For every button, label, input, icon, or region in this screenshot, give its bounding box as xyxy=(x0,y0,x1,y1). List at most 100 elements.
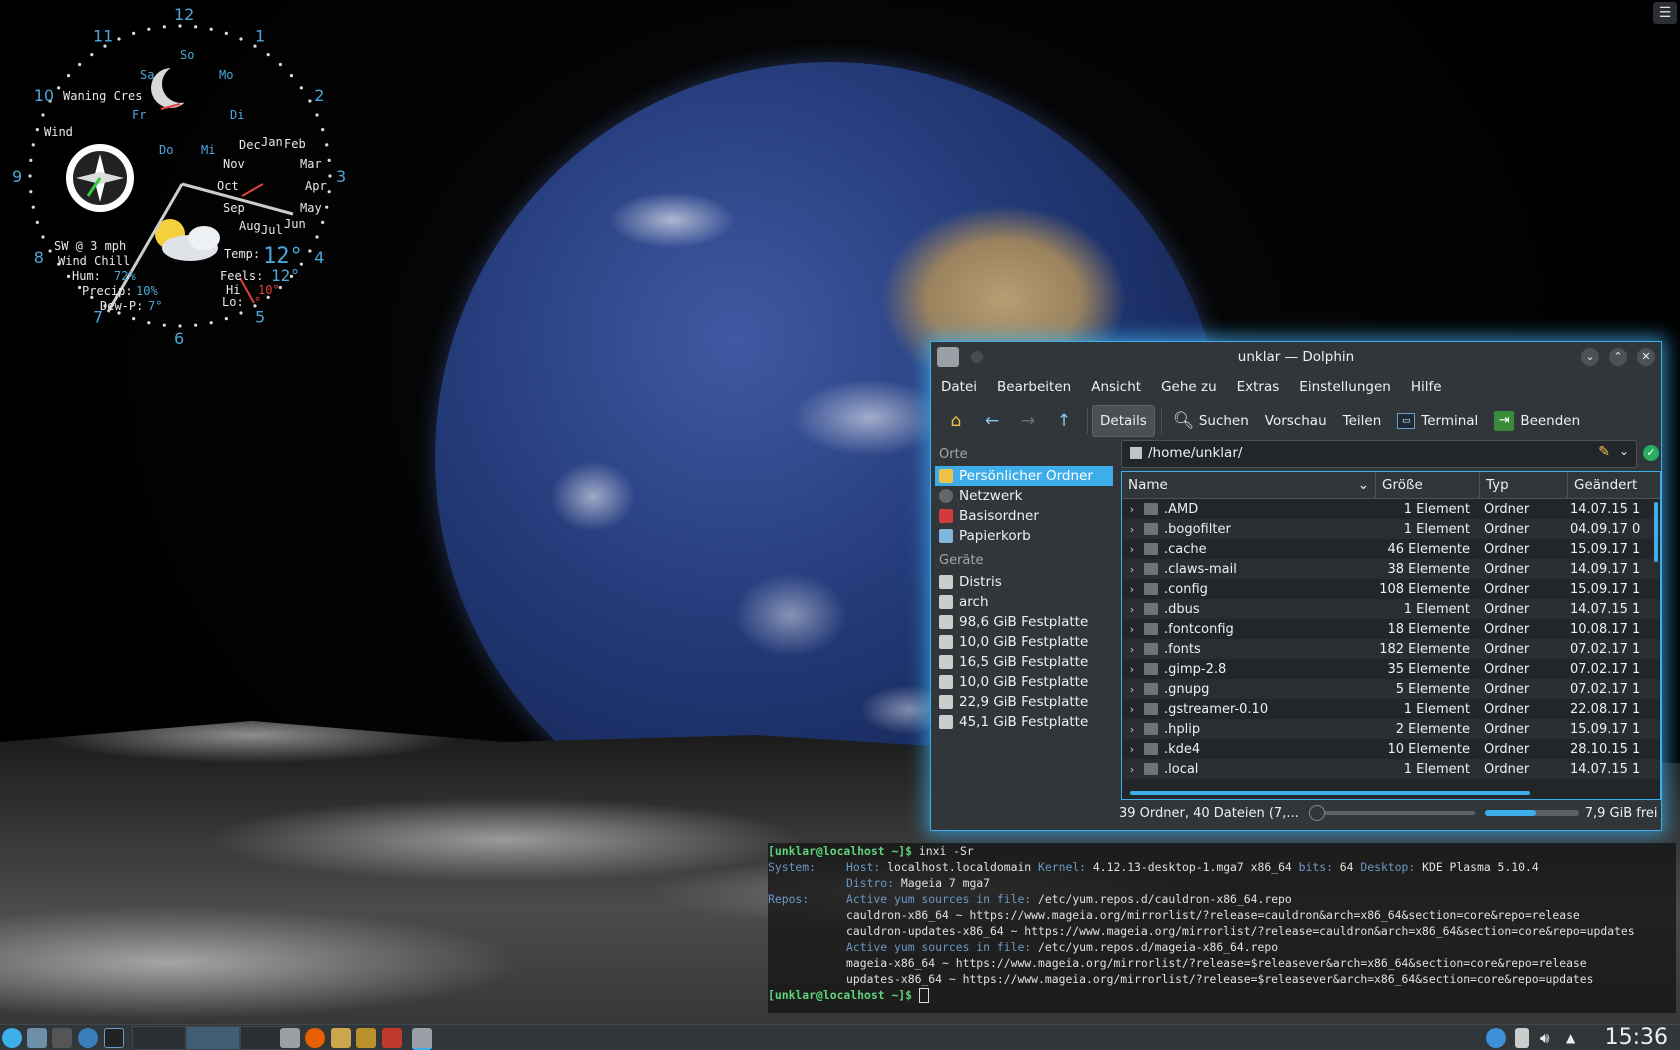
device-item[interactable]: arch xyxy=(935,592,1113,612)
menu-gehe-zu[interactable]: Gehe zu xyxy=(1161,379,1217,395)
expand-arrow-icon[interactable]: › xyxy=(1124,703,1140,716)
terminal-button[interactable]: ▭ Terminal xyxy=(1390,406,1485,436)
expand-arrow-icon[interactable]: › xyxy=(1124,543,1140,556)
vertical-scrollbar[interactable] xyxy=(1654,502,1658,562)
clipboard-tray-icon[interactable] xyxy=(1515,1028,1529,1048)
edit-pencil-icon[interactable]: ✎ xyxy=(1598,444,1610,460)
home-button[interactable]: ⌂ xyxy=(939,406,973,436)
expand-arrow-icon[interactable]: › xyxy=(1124,503,1140,516)
menu-hilfe[interactable]: Hilfe xyxy=(1411,379,1442,395)
menu-ansicht[interactable]: Ansicht xyxy=(1091,379,1141,395)
device-item[interactable]: 10,0 GiB Festplatte xyxy=(935,632,1113,652)
volume-icon[interactable]: 🔊︎ xyxy=(1540,1028,1560,1048)
file-row[interactable]: › .bogofilter 1 Element Ordner 04.09.17 0 xyxy=(1122,519,1660,539)
close-button[interactable]: ✕ xyxy=(1637,348,1655,366)
column-modified[interactable]: Geändert xyxy=(1568,472,1658,498)
location-path[interactable]: /home/unklar/ xyxy=(1148,445,1242,461)
zoom-slider-handle[interactable] xyxy=(1308,805,1325,821)
file-row[interactable]: › .config 108 Elemente Ordner 15.09.17 1 xyxy=(1122,579,1660,599)
application-launcher-icon[interactable] xyxy=(2,1028,22,1048)
virtual-desktop-2[interactable] xyxy=(186,1026,240,1050)
expand-arrow-icon[interactable]: › xyxy=(1124,583,1140,596)
file-row[interactable]: › .fontconfig 18 Elemente Ordner 10.08.17 1 xyxy=(1122,619,1660,639)
place-network[interactable]: Netzwerk xyxy=(935,486,1113,506)
expand-arrow-icon[interactable]: › xyxy=(1124,723,1140,736)
humidity-label: Hum: xyxy=(72,269,101,283)
text-editor-icon[interactable] xyxy=(331,1028,351,1048)
confirm-location-button[interactable]: ✓ xyxy=(1643,445,1659,461)
expand-arrow-icon[interactable]: › xyxy=(1124,523,1140,536)
window-titlebar[interactable]: unklar — Dolphin ⌄ ⌃ ✕ xyxy=(931,342,1661,372)
zoom-slider[interactable] xyxy=(1308,805,1475,821)
horizontal-scrollbar[interactable] xyxy=(1130,791,1530,795)
device-item[interactable]: 98,6 GiB Festplatte xyxy=(935,612,1113,632)
quit-button[interactable]: ⇥ Beenden xyxy=(1487,406,1587,436)
claws-mail-icon[interactable] xyxy=(356,1028,376,1048)
file-row[interactable]: › .fonts 182 Elemente Ordner 07.02.17 1 xyxy=(1122,639,1660,659)
menu-datei[interactable]: Datei xyxy=(941,379,977,395)
menu-einstellungen[interactable]: Einstellungen xyxy=(1299,379,1391,395)
up-button[interactable]: ↑ xyxy=(1047,406,1081,436)
file-row[interactable]: › .local 1 Element Ordner 14.07.15 1 xyxy=(1122,759,1660,779)
place-home[interactable]: Persönlicher Ordner xyxy=(935,466,1113,486)
file-row[interactable]: › .AMD 1 Element Ordner 14.07.15 1 xyxy=(1122,499,1660,519)
column-name[interactable]: Name ⌄ xyxy=(1122,472,1376,498)
expand-arrow-icon[interactable]: › xyxy=(1124,563,1140,576)
expand-arrow-icon[interactable]: › xyxy=(1124,763,1140,776)
network-tray-icon[interactable] xyxy=(1486,1028,1506,1048)
file-row[interactable]: › .cache 46 Elemente Ordner 15.09.17 1 xyxy=(1122,539,1660,559)
file-row[interactable]: › .dbus 1 Element Ordner 14.07.15 1 xyxy=(1122,599,1660,619)
expand-arrow-icon[interactable]: › xyxy=(1124,683,1140,696)
expand-arrow-icon[interactable]: › xyxy=(1124,603,1140,616)
terminal-window[interactable]: [unklar@localhost ~]$ inxi -Sr System: Ho… xyxy=(768,843,1676,1013)
media-player-icon[interactable] xyxy=(382,1028,402,1048)
details-view-button[interactable]: Details xyxy=(1092,405,1155,437)
desktop-toolbox-button[interactable]: ☰ xyxy=(1653,2,1677,24)
file-row[interactable]: › .hplip 2 Elemente Ordner 15.09.17 1 xyxy=(1122,719,1660,739)
file-row[interactable]: › .gimp-2.8 35 Elemente Ordner 07.02.17 1 xyxy=(1122,659,1660,679)
virtual-desktop-1[interactable] xyxy=(132,1026,186,1050)
file-view[interactable]: Name ⌄ Größe Typ Geändert › .AMD 1 Element O… xyxy=(1121,471,1661,800)
tray-expand-arrow-icon[interactable]: ▲ xyxy=(1566,1028,1586,1048)
chevron-down-icon[interactable]: ⌄ xyxy=(1619,444,1629,458)
expand-arrow-icon[interactable]: › xyxy=(1124,643,1140,656)
file-manager-icon[interactable] xyxy=(280,1028,300,1048)
device-item[interactable]: 45,1 GiB Festplatte xyxy=(935,712,1113,732)
dial-dot xyxy=(321,220,325,224)
device-item[interactable]: 16,5 GiB Festplatte xyxy=(935,652,1113,672)
device-item[interactable]: 22,9 GiB Festplatte xyxy=(935,692,1113,712)
search-button[interactable]: 🔍︎ Suchen xyxy=(1166,406,1256,436)
place-root[interactable]: Basisordner xyxy=(935,506,1113,526)
show-desktop-icon[interactable] xyxy=(27,1028,47,1048)
maximize-button[interactable]: ⌃ xyxy=(1609,348,1627,366)
device-item[interactable]: 10,0 GiB Festplatte xyxy=(935,672,1113,692)
file-row[interactable]: › .claws-mail 38 Elemente Ordner 14.09.17 1 xyxy=(1122,559,1660,579)
forward-button[interactable]: → xyxy=(1011,406,1045,436)
menu-extras[interactable]: Extras xyxy=(1237,379,1280,395)
minimize-button[interactable]: ⌄ xyxy=(1581,348,1599,366)
preview-button[interactable]: Vorschau xyxy=(1258,406,1334,436)
file-row[interactable]: › .kde4 10 Elemente Ordner 28.10.15 1 xyxy=(1122,739,1660,759)
column-type[interactable]: Typ xyxy=(1480,472,1568,498)
terminal-icon[interactable] xyxy=(104,1028,124,1048)
monitor-icon[interactable] xyxy=(52,1028,72,1048)
menu-bearbeiten[interactable]: Bearbeiten xyxy=(997,379,1071,395)
clock-weather-widget[interactable]: 121234567891011 Waning Cres Wind So Mo D… xyxy=(8,6,348,346)
share-button[interactable]: Teilen xyxy=(1336,406,1389,436)
back-button[interactable]: ← xyxy=(975,406,1009,436)
expand-arrow-icon[interactable]: › xyxy=(1124,663,1140,676)
firefox-icon[interactable] xyxy=(305,1028,325,1048)
file-size: 1 Element xyxy=(1403,761,1470,777)
place-trash[interactable]: Papierkorb xyxy=(935,526,1113,546)
expand-arrow-icon[interactable]: › xyxy=(1124,623,1140,636)
file-row[interactable]: › .gstreamer-0.10 1 Element Ordner 22.08.17 … xyxy=(1122,699,1660,719)
device-item[interactable]: Distris xyxy=(935,572,1113,592)
settings-gear-icon[interactable] xyxy=(78,1028,98,1048)
taskbar-clock[interactable]: 15:36 xyxy=(1605,1025,1668,1050)
file-row[interactable]: › .gnupg 5 Elemente Ordner 07.02.17 1 xyxy=(1122,679,1660,699)
dolphin-task-icon[interactable] xyxy=(412,1028,432,1050)
expand-arrow-icon[interactable]: › xyxy=(1124,743,1140,756)
location-bar[interactable]: /home/unklar/ ✎ ⌄ xyxy=(1121,440,1637,468)
column-size[interactable]: Größe xyxy=(1376,472,1480,498)
dial-dot xyxy=(209,27,213,31)
